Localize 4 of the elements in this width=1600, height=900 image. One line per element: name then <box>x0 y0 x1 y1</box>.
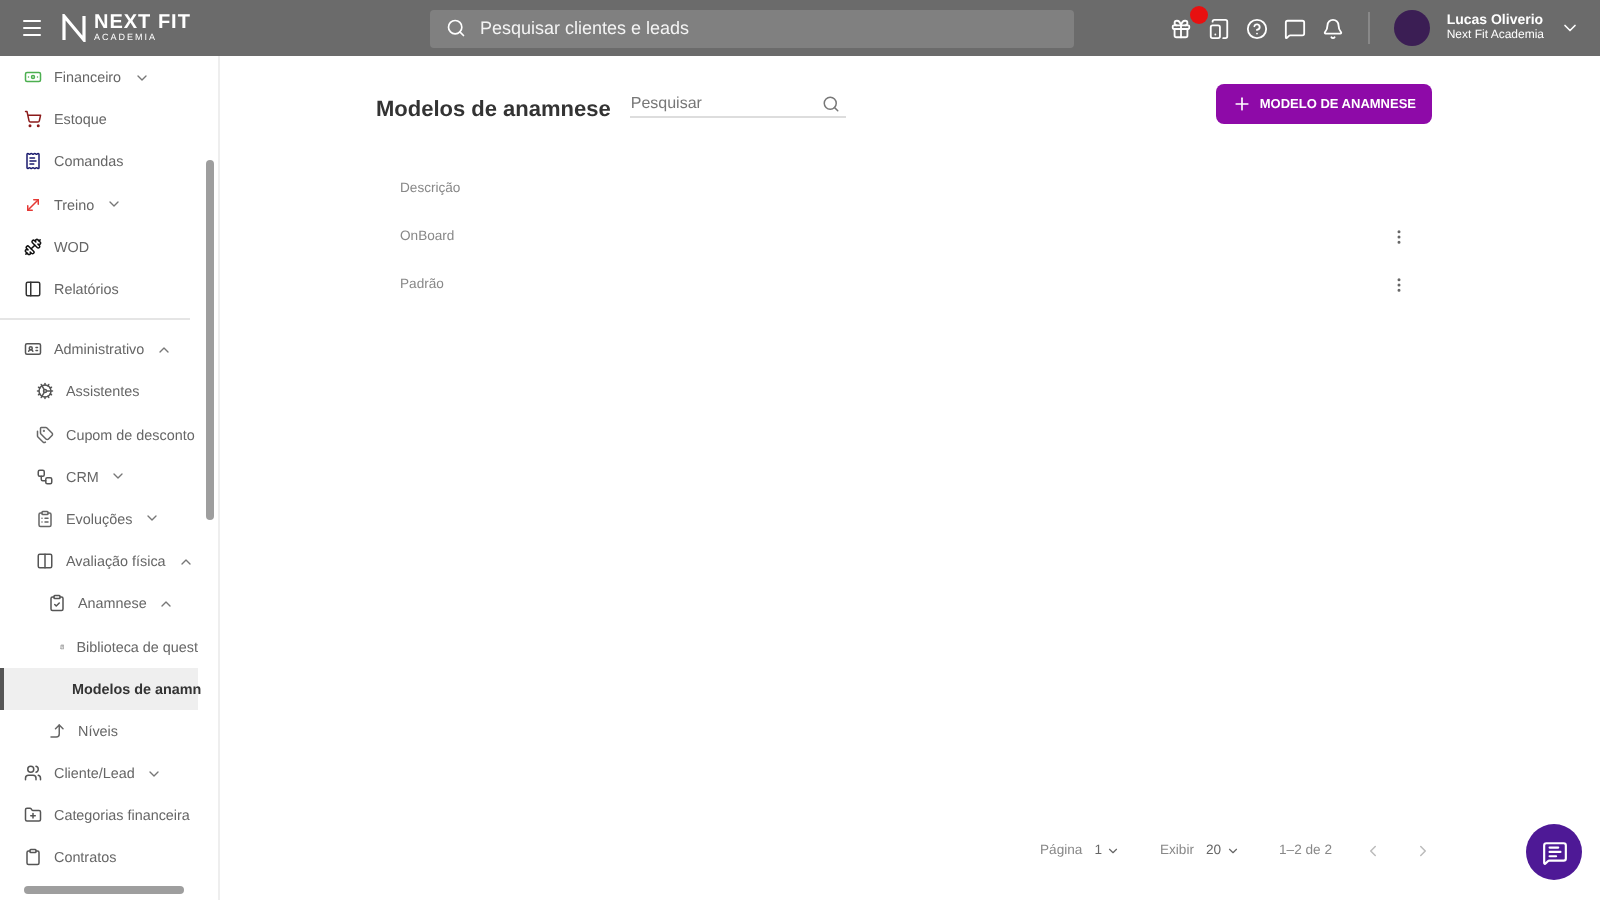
search-field[interactable]: Pesquisar clientes e leads <box>430 9 1074 47</box>
brand-name: NEXT FIT <box>94 13 191 34</box>
search-field[interactable]: Pesquisar <box>630 90 847 118</box>
page-title: Modelos de anamnese <box>376 98 611 122</box>
